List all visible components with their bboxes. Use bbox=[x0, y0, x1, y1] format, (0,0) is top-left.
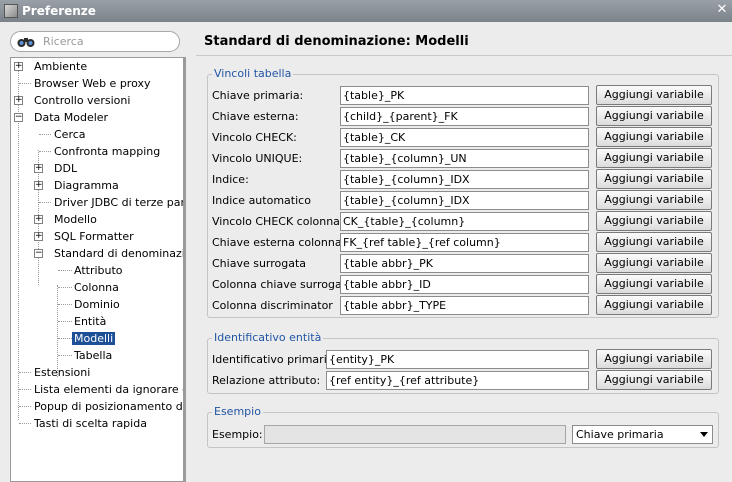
input-vincolo-check[interactable]: {table}_CK bbox=[340, 128, 589, 147]
tree-item-driver-jdbc[interactable]: Driver JDBC di terze parti bbox=[34, 194, 183, 211]
tree-item-estensioni[interactable]: Estensioni bbox=[14, 364, 90, 381]
expand-icon[interactable]: + bbox=[14, 96, 23, 105]
tree-item-sql-formatter[interactable]: + SQL Formatter bbox=[34, 228, 134, 245]
label-esempio: Esempio: bbox=[212, 428, 263, 441]
label-chiave-surrogata: Chiave surrogata bbox=[212, 257, 307, 270]
input-vincolo-check-colonna[interactable]: CK_{table}_{column} bbox=[340, 212, 589, 231]
tree-item-confronta-mapping[interactable]: Confronta mapping bbox=[34, 143, 160, 160]
group-title-vincoli: Vincoli tabella bbox=[212, 67, 294, 80]
expand-icon[interactable]: + bbox=[34, 215, 43, 224]
add-variable-button[interactable]: Aggiungi variabile bbox=[596, 211, 712, 231]
add-variable-button[interactable]: Aggiungi variabile bbox=[596, 295, 712, 315]
tree-item-cerca[interactable]: Cerca bbox=[34, 126, 86, 143]
tree-item-browser[interactable]: Browser Web e proxy bbox=[14, 75, 151, 92]
tree-item-tasti[interactable]: Tasti di scelta rapida bbox=[14, 415, 147, 432]
input-chiave-primaria[interactable]: {table}_PK bbox=[340, 86, 589, 105]
tree-item-modelli[interactable]: Modelli bbox=[54, 330, 116, 347]
tree-item-data-modeler[interactable]: − Data Modeler bbox=[14, 109, 108, 126]
add-variable-button[interactable]: Aggiungi variabile bbox=[596, 190, 712, 210]
tree-item-ambiente[interactable]: + Ambiente bbox=[14, 58, 87, 75]
page-title: Standard di denominazione: Modelli bbox=[204, 34, 469, 49]
input-chiave-esterna-colonna[interactable]: FK_{ref table}_{ref column} bbox=[340, 233, 589, 252]
add-variable-button[interactable]: Aggiungi variabile bbox=[596, 169, 712, 189]
add-variable-button[interactable]: Aggiungi variabile bbox=[596, 274, 712, 294]
tree-item-diagramma[interactable]: + Diagramma bbox=[34, 177, 119, 194]
add-variable-button[interactable]: Aggiungi variabile bbox=[596, 232, 712, 252]
select-value: Chiave primaria bbox=[576, 428, 664, 441]
tree-item-controllo-versioni[interactable]: + Controllo versioni bbox=[14, 92, 130, 109]
input-colonna-discriminator[interactable]: {table abbr}_TYPE bbox=[340, 296, 589, 315]
expand-icon[interactable]: + bbox=[34, 164, 43, 173]
input-vincolo-unique[interactable]: {table}_{column}_UN bbox=[340, 149, 589, 168]
input-chiave-esterna[interactable]: {child}_{parent}_FK bbox=[340, 107, 589, 126]
tree-item-colonna[interactable]: Colonna bbox=[54, 279, 119, 296]
tree-item-attributo[interactable]: Attributo bbox=[54, 262, 123, 279]
navigation-pane: Ricerca + Ambiente Browser Web e proxy +… bbox=[0, 22, 194, 482]
search-input[interactable]: Ricerca bbox=[43, 35, 84, 48]
window-title: Preferenze bbox=[22, 4, 96, 18]
add-variable-button[interactable]: Aggiungi variabile bbox=[596, 370, 712, 390]
tree-item-entita[interactable]: Entità bbox=[54, 313, 106, 330]
tree-item-standard-denominazione[interactable]: − Standard di denominazione bbox=[34, 245, 183, 262]
expand-icon[interactable]: + bbox=[34, 232, 43, 241]
label-vincolo-check: Vincolo CHECK: bbox=[212, 131, 297, 144]
tree-item-lista-elementi[interactable]: Lista elementi da ignorare glob bbox=[14, 381, 183, 398]
add-variable-button[interactable]: Aggiungi variabile bbox=[596, 106, 712, 126]
collapse-icon[interactable]: − bbox=[14, 113, 23, 122]
add-variable-button[interactable]: Aggiungi variabile bbox=[596, 148, 712, 168]
chevron-down-icon[interactable] bbox=[700, 432, 708, 437]
input-colonna-chiave-surrogata[interactable]: {table abbr}_ID bbox=[340, 275, 589, 294]
example-output-field bbox=[264, 425, 566, 444]
label-indice: Indice: bbox=[212, 173, 249, 186]
collapse-icon[interactable]: − bbox=[34, 249, 43, 258]
tree-item-modello[interactable]: + Modello bbox=[34, 211, 97, 228]
preferences-tree[interactable]: + Ambiente Browser Web e proxy + Control… bbox=[10, 57, 186, 482]
settings-pane: Standard di denominazione: Modelli Vinco… bbox=[196, 22, 732, 482]
app-icon bbox=[4, 4, 18, 18]
label-colonna-discriminator: Colonna discriminator bbox=[212, 299, 333, 312]
tree-item-ddl[interactable]: + DDL bbox=[34, 160, 77, 177]
binoculars-icon bbox=[17, 36, 37, 48]
window-titlebar: Preferenze ✕ bbox=[0, 0, 732, 22]
close-icon[interactable]: ✕ bbox=[714, 2, 730, 18]
label-colonna-chiave-surrogata: Colonna chiave surrogata bbox=[212, 278, 353, 291]
example-type-select[interactable]: Chiave primaria bbox=[572, 425, 713, 444]
label-chiave-esterna-colonna: Chiave esterna colonna: bbox=[212, 236, 346, 249]
input-indice[interactable]: {table}_{column}_IDX bbox=[340, 170, 589, 189]
tree-item-tabella[interactable]: Tabella bbox=[54, 347, 112, 364]
add-variable-button[interactable]: Aggiungi variabile bbox=[596, 253, 712, 273]
input-relazione-attributo[interactable]: {ref entity}_{ref attribute} bbox=[326, 371, 589, 390]
expand-icon[interactable]: + bbox=[14, 62, 23, 71]
expand-icon[interactable]: + bbox=[34, 181, 43, 190]
input-identificativo-primario[interactable]: {entity}_PK bbox=[326, 350, 589, 369]
label-indice-automatico: Indice automatico bbox=[212, 194, 311, 207]
label-identificativo-primario: Identificativo primario: bbox=[212, 353, 338, 366]
input-indice-automatico[interactable]: {table}_{column}_IDX bbox=[340, 191, 589, 210]
input-chiave-surrogata[interactable]: {table abbr}_PK bbox=[340, 254, 589, 273]
tree-item-popup[interactable]: Popup di posizionamento del m bbox=[14, 398, 183, 415]
label-vincolo-check-colonna: Vincolo CHECK colonna: bbox=[212, 215, 344, 228]
tree-item-dominio[interactable]: Dominio bbox=[54, 296, 120, 313]
add-variable-button[interactable]: Aggiungi variabile bbox=[596, 85, 712, 105]
label-chiave-esterna: Chiave esterna: bbox=[212, 110, 299, 123]
add-variable-button[interactable]: Aggiungi variabile bbox=[596, 349, 712, 369]
label-chiave-primaria: Chiave primaria: bbox=[212, 89, 304, 102]
label-relazione-attributo: Relazione attributo: bbox=[212, 374, 321, 387]
divider bbox=[196, 55, 732, 56]
group-title-esempio: Esempio bbox=[212, 405, 263, 418]
add-variable-button[interactable]: Aggiungi variabile bbox=[596, 127, 712, 147]
group-title-identificativo: Identificativo entità bbox=[212, 331, 324, 344]
label-vincolo-unique: Vincolo UNIQUE: bbox=[212, 152, 303, 165]
search-field[interactable]: Ricerca bbox=[10, 31, 180, 52]
